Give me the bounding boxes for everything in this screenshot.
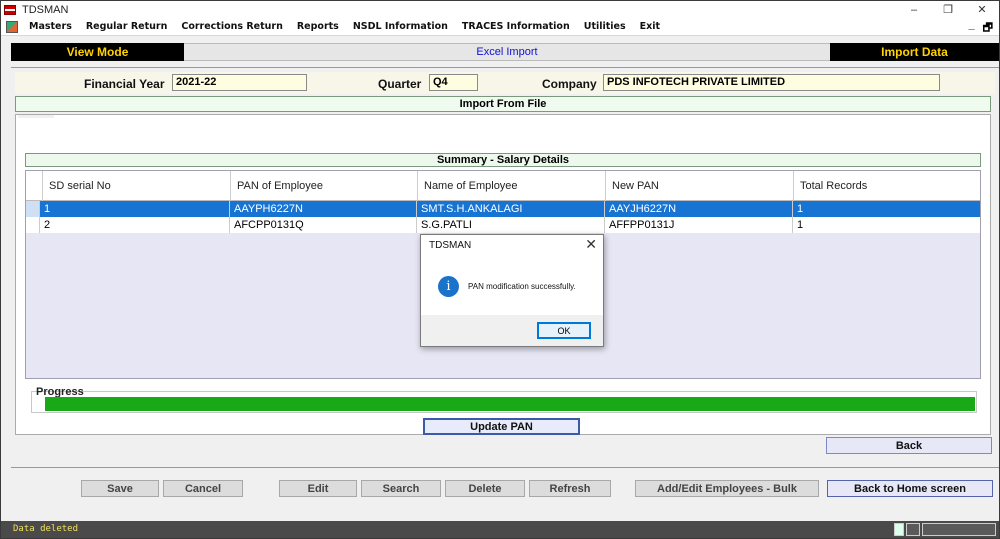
status-panel [906,523,920,536]
cell-pan[interactable]: AAYPH6227N [230,201,417,217]
menu-corrections-return[interactable]: Corrections Return [174,21,290,32]
quarter-label: Quarter [378,77,422,91]
menu-bar: Masters Regular Return Corrections Retur… [1,18,999,36]
financial-year-field[interactable]: 2021-22 [172,74,307,91]
column-header-sd-serial[interactable]: SD serial No [43,171,231,201]
cell-pan[interactable]: AFCPP0131Q [230,217,417,233]
panel-tab [18,115,54,118]
dialog-title: TDSMAN [429,240,472,251]
view-mode-label: View Mode [11,43,184,61]
divider [11,467,999,468]
cell-name[interactable]: S.G.PATLI [417,217,605,233]
dialog-message: PAN modification successfully. [468,282,576,291]
excel-import-label: Excel Import [184,43,830,61]
ok-button[interactable]: OK [537,322,591,339]
cell-name[interactable]: SMT.S.H.ANKALAGI [417,201,605,217]
refresh-button[interactable]: Refresh [529,480,611,497]
mdi-controls: _ 🗗 [969,19,993,38]
menu-regular-return[interactable]: Regular Return [79,21,175,32]
mode-bar: View Mode Excel Import Import Data [11,43,999,61]
window-controls: – ❐ ✕ [897,1,999,18]
back-button[interactable]: Back [826,437,992,454]
cancel-button[interactable]: Cancel [163,480,243,497]
status-message: Data deleted [13,524,79,534]
row-indicator[interactable] [26,217,40,233]
update-pan-button[interactable]: Update PAN [423,418,580,435]
app-icon [4,4,16,15]
menu-masters[interactable]: Masters [22,21,79,32]
column-header-new-pan[interactable]: New PAN [606,171,794,201]
divider [11,67,999,68]
mdi-minimize-button[interactable]: _ [969,19,975,38]
add-edit-employees-bulk-button[interactable]: Add/Edit Employees - Bulk [635,480,819,497]
import-data-label: Import Data [830,43,999,61]
status-panel [922,523,996,536]
back-to-home-button[interactable]: Back to Home screen [827,480,993,497]
status-indicator-icon [894,523,904,536]
progress-bar [45,397,975,411]
import-from-file-header: Import From File [15,96,991,112]
close-button[interactable]: ✕ [965,1,999,18]
save-button[interactable]: Save [81,480,159,497]
edit-button[interactable]: Edit [279,480,357,497]
menu-exit[interactable]: Exit [633,21,667,32]
cell-new-pan[interactable]: AFFPP0131J [605,217,793,233]
menu-utilities[interactable]: Utilities [577,21,633,32]
message-dialog: TDSMAN ✕ i PAN modification successfully… [420,234,604,347]
cell-sd-serial[interactable]: 2 [40,217,230,233]
cell-sd-serial[interactable]: 1 [40,201,230,217]
cell-total-records[interactable]: 1 [793,201,980,217]
mdi-restore-button[interactable]: 🗗 [983,19,993,38]
restore-button[interactable]: ❐ [931,1,965,18]
title-bar: TDSMAN – ❐ ✕ [1,1,999,18]
info-bar: Financial Year 2021-22 Quarter Q4 Compan… [15,72,995,94]
table-row[interactable]: 2 AFCPP0131Q S.G.PATLI AFFPP0131J 1 [26,217,980,233]
grid-corner [26,171,43,201]
quarter-field[interactable]: Q4 [429,74,478,91]
system-menu-icon[interactable] [6,20,18,33]
cell-new-pan[interactable]: AAYJH6227N [605,201,793,217]
cell-total-records[interactable]: 1 [793,217,980,233]
menu-reports[interactable]: Reports [290,21,346,32]
summary-header: Summary - Salary Details [25,153,981,167]
dialog-footer: OK [421,315,603,346]
company-label: Company [542,77,597,91]
column-header-pan[interactable]: PAN of Employee [231,171,418,201]
search-button[interactable]: Search [361,480,441,497]
company-field[interactable]: PDS INFOTECH PRIVATE LIMITED [603,74,940,91]
delete-button[interactable]: Delete [445,480,525,497]
row-indicator[interactable] [26,201,40,217]
financial-year-label: Financial Year [84,77,165,91]
column-header-name[interactable]: Name of Employee [418,171,606,201]
menu-nsdl-information[interactable]: NSDL Information [346,21,455,32]
minimize-button[interactable]: – [897,1,931,18]
grid-header: SD serial No PAN of Employee Name of Emp… [26,171,980,201]
menu-traces-information[interactable]: TRACES Information [455,21,577,32]
window-title: TDSMAN [22,3,69,16]
column-header-total-records[interactable]: Total Records [794,171,980,201]
dialog-close-icon[interactable]: ✕ [585,236,597,253]
progress-bar-fill [45,397,975,411]
status-bar: Data deleted [1,521,999,538]
table-row[interactable]: 1 AAYPH6227N SMT.S.H.ANKALAGI AAYJH6227N… [26,201,980,217]
info-icon: i [438,276,459,297]
